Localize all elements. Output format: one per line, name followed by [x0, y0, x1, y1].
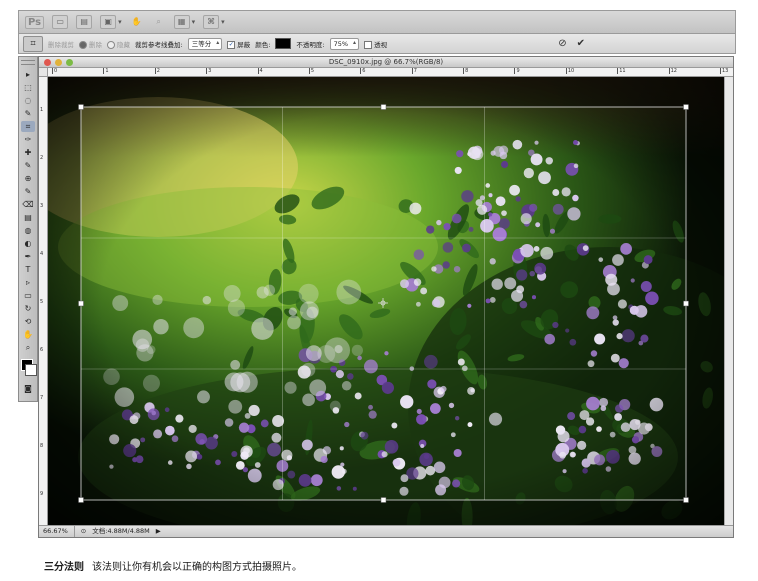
chevron-down-icon[interactable]: ▾ — [118, 18, 122, 26]
shield-color-swatch[interactable] — [275, 38, 292, 49]
shield-checkbox[interactable]: ✓ 屏蔽 — [227, 39, 250, 49]
ruler-tick-label: 0 — [52, 68, 58, 74]
application-bar: Ps ▭ ▤ ▣ ▾ ✋ ⌕ ▦ ▾ ⌘ ▾ — [18, 10, 736, 34]
history-brush-tool-icon[interactable]: ✎ — [21, 186, 35, 197]
bridge-icon[interactable]: ▭ — [52, 15, 69, 29]
quick-mask-icon[interactable]: ◙ — [21, 383, 35, 394]
ruler-tick-label: 4 — [40, 251, 44, 257]
close-icon[interactable] — [44, 59, 51, 66]
blur-tool-icon[interactable]: ◍ — [21, 225, 35, 236]
ruler-tick-label: 6 — [40, 347, 44, 353]
color-label: 颜色: — [255, 40, 271, 49]
brush-tool-icon[interactable]: ✎ — [21, 160, 35, 171]
ruler-tick-label: 1 — [103, 68, 109, 74]
zoom-level[interactable]: 66.67% — [43, 526, 75, 537]
ruler-tick-label: 9 — [514, 68, 520, 74]
vertical-scrollbar[interactable] — [724, 77, 733, 526]
path-select-tool-icon[interactable]: ▹ — [21, 277, 35, 288]
marquee-tool-icon[interactable]: ⬚ — [21, 82, 35, 93]
ruler-tick-label: 1 — [40, 107, 44, 113]
dodge-tool-icon[interactable]: ◐ — [21, 238, 35, 249]
type-tool-icon[interactable]: T — [21, 264, 35, 275]
ruler-tick-label: 2 — [154, 68, 160, 74]
ruler-tick-label: 7 — [411, 68, 417, 74]
doc-info-icon[interactable]: ⊙ — [81, 526, 86, 537]
ruler-tick-label: 2 — [40, 155, 44, 161]
ruler-tick-label: 9 — [40, 491, 44, 497]
status-menu-arrow-icon[interactable]: ▶ — [156, 526, 161, 537]
ruler-origin[interactable] — [39, 68, 48, 77]
document-title-bar: DSC_0910x.jpg @ 66.7%(RGB/8) — [39, 57, 733, 68]
eraser-tool-icon[interactable]: ⌫ — [21, 199, 35, 210]
delete-cropped-label: 删除裁剪 — [48, 40, 74, 49]
ruler-tick-label: 3 — [40, 203, 44, 209]
ruler-tick-label: 4 — [257, 68, 263, 74]
ruler-tick-label: 8 — [463, 68, 469, 74]
radio-hide[interactable]: 隐藏 — [107, 39, 130, 49]
commit-checkmark-icon[interactable]: ✔ — [577, 38, 585, 49]
horizontal-ruler[interactable]: 0 1 2 3 4 5 6 7 8 9 10 11 12 13 — [48, 68, 733, 77]
minibridge-icon[interactable]: ▤ — [76, 15, 93, 29]
zoom-icon[interactable]: ⌕ — [152, 16, 166, 28]
overlay-select[interactable]: 三等分 — [187, 37, 223, 50]
shape-tool-icon[interactable]: ▭ — [21, 290, 35, 301]
extras-icon[interactable]: ⌘ — [203, 15, 220, 29]
document-size: 文档:4.88M/4.88M — [92, 527, 150, 535]
figure-caption: 三分法则 该法则让你有机会以正确的构图方式拍摄照片。 — [44, 558, 302, 573]
toolbox-grip[interactable] — [21, 60, 35, 65]
vertical-ruler[interactable]: 1 2 3 4 5 6 7 8 9 — [39, 77, 48, 526]
document-window: DSC_0910x.jpg @ 66.7%(RGB/8) 01234567891… — [38, 56, 734, 538]
cancel-icon[interactable]: ⊘ — [558, 38, 566, 49]
ruler-tick-label: 6 — [360, 68, 366, 74]
flower-photo — [48, 77, 726, 526]
ruler-tick-label: 5 — [308, 68, 315, 74]
move-tool-icon[interactable]: ▸ — [21, 69, 35, 80]
healing-brush-tool-icon[interactable]: ✚ — [21, 147, 35, 158]
eyedropper-tool-icon[interactable]: ✑ — [21, 134, 35, 145]
quick-select-tool-icon[interactable]: ✎ — [21, 108, 35, 119]
arrange-icon[interactable]: ▦ — [173, 15, 190, 29]
perspective-checkbox[interactable]: 透视 — [364, 39, 387, 49]
hand-icon[interactable]: ✋ — [130, 16, 144, 28]
options-bar: ⌗ 删除裁剪 删除 隐藏 裁剪参考线叠加: 三等分 ✓屏蔽 颜色: 不透明度: … — [18, 34, 736, 54]
opacity-input[interactable]: 75% — [329, 37, 360, 50]
ruler-tick-label: 3 — [206, 68, 212, 74]
caption-title: 三分法则 — [44, 562, 84, 573]
overlay-label: 裁剪参考线叠加: — [135, 40, 183, 49]
zoom-tool-icon[interactable]: ⌕ — [21, 342, 35, 353]
ruler-tick-label: 13 — [720, 68, 729, 74]
screen-mode-icon[interactable]: ▣ — [100, 15, 117, 29]
gradient-tool-icon[interactable]: ▤ — [21, 212, 35, 223]
3d-orbit-tool-icon[interactable]: ⟲ — [21, 316, 35, 327]
pen-tool-icon[interactable]: ✒ — [21, 251, 35, 262]
ruler-tick-label: 11 — [617, 68, 626, 74]
crop-tool-icon[interactable]: ⌗ — [21, 121, 35, 132]
color-swatches[interactable] — [20, 359, 37, 377]
toolbox: ▸ ⬚ ◌ ✎ ⌗ ✑ ✚ ✎ ⊕ ✎ ⌫ ▤ ◍ ◐ ✒ T ▹ ▭ ↻ ⟲ ✋ ⌕ ◙ — [18, 56, 38, 402]
chevron-down-icon[interactable]: ▾ — [192, 18, 196, 26]
status-bar: 66.67% ⊙ 文档:4.88M/4.88M ▶ — [39, 525, 733, 537]
3d-rotate-tool-icon[interactable]: ↻ — [21, 303, 35, 314]
minimize-icon[interactable] — [55, 59, 62, 66]
caption-text: 该法则让你有机会以正确的构图方式拍摄照片。 — [92, 562, 302, 573]
ruler-tick-label: 5 — [40, 299, 44, 305]
crop-icon[interactable]: ⌗ — [23, 35, 43, 52]
ruler-tick-label: 12 — [668, 68, 677, 74]
chevron-down-icon[interactable]: ▾ — [221, 18, 225, 26]
lasso-tool-icon[interactable]: ◌ — [21, 95, 35, 106]
photoshop-logo: Ps — [25, 15, 45, 29]
document-title: DSC_0910x.jpg @ 66.7%(RGB/8) — [328, 58, 444, 66]
opacity-label: 不透明度: — [296, 40, 325, 49]
maximize-icon[interactable] — [66, 59, 73, 66]
ruler-tick-label: 8 — [40, 443, 44, 449]
radio-delete[interactable]: 删除 — [79, 39, 102, 49]
background-color[interactable] — [25, 364, 37, 376]
hand-tool-icon[interactable]: ✋ — [21, 329, 35, 340]
ruler-tick-label: 7 — [40, 395, 44, 401]
ruler-tick-label: 10 — [565, 68, 575, 74]
clone-stamp-tool-icon[interactable]: ⊕ — [21, 173, 35, 184]
photo-canvas[interactable] — [48, 77, 726, 526]
